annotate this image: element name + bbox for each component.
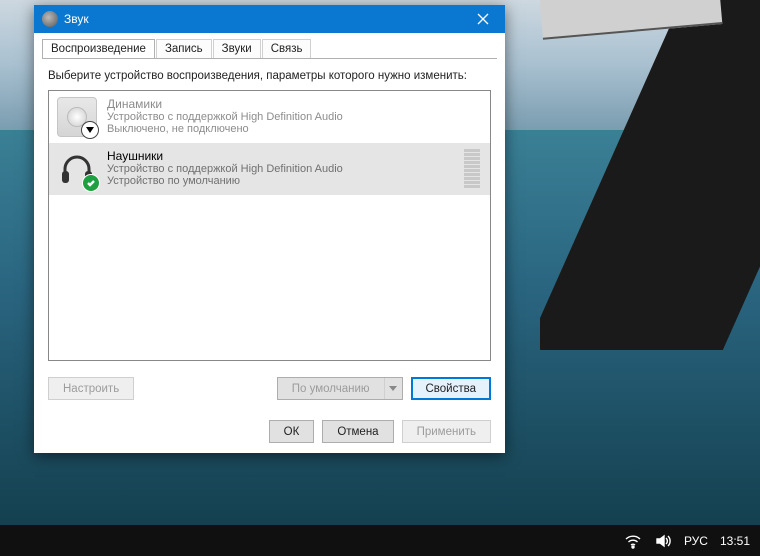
wifi-icon[interactable] — [624, 532, 642, 550]
tab-recording[interactable]: Запись — [156, 39, 212, 58]
device-list[interactable]: Динамики Устройство с поддержкой High De… — [48, 90, 491, 361]
tab-communications[interactable]: Связь — [262, 39, 312, 58]
window-title: Звук — [64, 12, 89, 26]
tab-sounds[interactable]: Звуки — [213, 39, 261, 58]
taskbar[interactable]: РУС 13:51 — [0, 525, 760, 556]
device-name: Динамики — [107, 97, 482, 111]
volume-icon[interactable] — [654, 532, 672, 550]
configure-button[interactable]: Настроить — [48, 377, 134, 400]
titlebar[interactable]: Звук — [34, 5, 505, 33]
clock[interactable]: 13:51 — [720, 534, 750, 548]
device-name: Наушники — [107, 149, 454, 163]
default-badge-icon — [82, 174, 100, 192]
sound-settings-window: Звук Воспроизведение Запись Звуки Связь … — [34, 5, 505, 453]
device-desc: Устройство с поддержкой High Definition … — [107, 163, 454, 175]
dropdown-arrow-icon[interactable] — [384, 378, 402, 399]
device-status: Устройство по умолчанию — [107, 175, 454, 187]
close-icon — [477, 13, 489, 25]
tab-playback[interactable]: Воспроизведение — [42, 39, 155, 58]
dialog-buttons: ОК Отмена Применить — [34, 420, 505, 453]
set-default-button[interactable]: По умолчанию — [277, 377, 403, 400]
disabled-badge-icon — [81, 121, 99, 139]
set-default-label: По умолчанию — [278, 378, 384, 399]
device-speakers[interactable]: Динамики Устройство с поддержкой High De… — [49, 91, 490, 143]
apply-button[interactable]: Применить — [402, 420, 491, 443]
instruction-text: Выберите устройство воспроизведения, пар… — [48, 69, 491, 84]
properties-button[interactable]: Свойства — [411, 377, 492, 400]
app-icon — [42, 11, 58, 27]
device-desc: Устройство с поддержкой High Definition … — [107, 111, 482, 123]
headphones-icon — [57, 149, 97, 189]
cancel-button[interactable]: Отмена — [322, 420, 393, 443]
language-indicator[interactable]: РУС — [684, 534, 708, 548]
device-status: Выключено, не подключено — [107, 123, 482, 135]
tab-content: Выберите устройство воспроизведения, пар… — [34, 59, 505, 410]
level-meter — [464, 149, 482, 188]
device-headphones[interactable]: Наушники Устройство с поддержкой High De… — [49, 143, 490, 195]
close-button[interactable] — [461, 5, 505, 33]
tab-strip: Воспроизведение Запись Звуки Связь — [34, 33, 505, 58]
speaker-icon — [57, 97, 97, 137]
ok-button[interactable]: ОК — [269, 420, 315, 443]
